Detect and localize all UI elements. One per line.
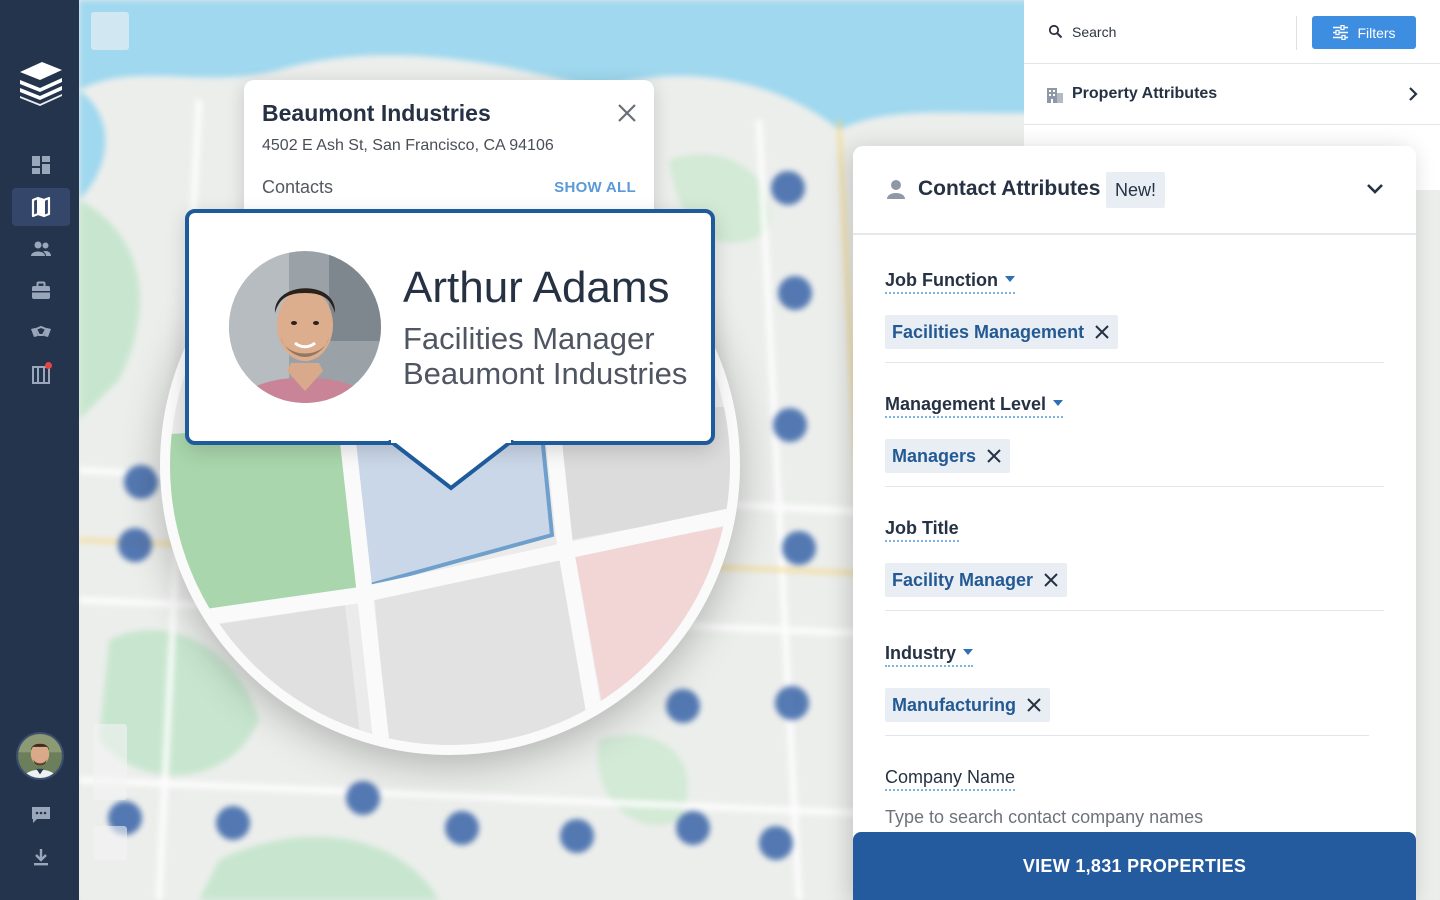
chip-label: Manufacturing — [892, 695, 1016, 715]
nav-deals[interactable] — [12, 272, 70, 310]
handshake-icon — [31, 325, 51, 337]
filters-button[interactable]: Filters — [1312, 16, 1416, 49]
search-input[interactable]: Search — [1072, 24, 1116, 40]
app-logo[interactable] — [18, 58, 64, 106]
map-icon — [31, 196, 51, 218]
caret-down-icon — [1053, 400, 1064, 407]
caret-down-icon — [1004, 276, 1015, 283]
people-icon — [31, 241, 51, 256]
filter-job-function: Job Function Facilities Management — [885, 270, 1384, 363]
left-nav — [0, 0, 79, 900]
nav-properties[interactable] — [12, 356, 70, 394]
field-divider — [885, 610, 1384, 611]
remove-chip-icon[interactable] — [1095, 325, 1109, 339]
job-function-dropdown[interactable]: Job Function — [885, 270, 1015, 294]
company-name-label: Company Name — [885, 767, 1016, 791]
contact-attributes-panel: Contact Attributes New! Job Function Fac… — [853, 146, 1416, 900]
card-pointer — [387, 440, 515, 491]
download-icon — [34, 849, 48, 866]
building-icon — [1047, 88, 1063, 103]
contact-name: Arthur Adams — [403, 263, 670, 312]
remove-chip-icon[interactable] — [1027, 698, 1041, 712]
field-divider — [885, 362, 1384, 363]
filter-company-name: Company Name Type to search contact comp… — [885, 767, 1384, 827]
contact-attributes-header[interactable]: Contact Attributes New! — [853, 146, 1416, 235]
field-divider — [885, 735, 1369, 736]
dashboard-icon — [32, 156, 50, 174]
contact-photo — [229, 251, 381, 403]
management-level-dropdown[interactable]: Management Level — [885, 394, 1064, 418]
fullscreen-button[interactable] — [93, 826, 127, 860]
chevron-right-icon — [1409, 87, 1418, 101]
nav-download[interactable] — [12, 838, 70, 876]
close-icon[interactable] — [616, 102, 638, 124]
property-attributes-label: Property Attributes — [1072, 85, 1218, 102]
filter-management-level: Management Level Managers — [885, 394, 1384, 487]
industry-dropdown[interactable]: Industry — [885, 643, 974, 667]
map-layer-toggle[interactable] — [91, 12, 129, 50]
chat-icon — [32, 807, 50, 823]
nav-chat[interactable] — [12, 796, 70, 834]
filter-chip: Facility Manager — [885, 563, 1068, 597]
remove-chip-icon[interactable] — [987, 449, 1001, 463]
property-attributes-row[interactable]: Property Attributes — [1024, 64, 1440, 125]
chip-label: Facility Manager — [892, 570, 1034, 590]
filters-label: Filters — [1357, 24, 1396, 41]
chevron-down-icon[interactable] — [1366, 182, 1384, 196]
property-address: 4502 E Ash St, San Francisco, CA 94106 — [262, 137, 554, 154]
remove-chip-icon[interactable] — [1044, 573, 1058, 587]
sliders-icon — [1333, 25, 1349, 40]
field-divider — [885, 486, 1384, 487]
filter-chip: Managers — [885, 439, 1011, 473]
person-icon — [887, 180, 905, 199]
view-properties-button[interactable]: VIEW 1,831 PROPERTIES — [853, 832, 1416, 900]
contact-company: Beaumont Industries — [403, 356, 688, 391]
filter-industry: Industry Manufacturing — [885, 643, 1384, 736]
new-badge: New! — [1106, 172, 1166, 208]
nav-contacts[interactable] — [12, 230, 70, 268]
user-avatar[interactable] — [16, 732, 64, 780]
contact-card[interactable]: Arthur Adams Facilities Manager Beaumont… — [185, 209, 715, 445]
caret-down-icon — [963, 649, 974, 656]
job-title-field[interactable]: Job Title — [885, 518, 959, 542]
contacts-label: Contacts — [262, 177, 334, 197]
search-divider — [1296, 16, 1297, 50]
nav-dashboard[interactable] — [12, 146, 70, 184]
contact-role: Facilities Manager — [403, 321, 655, 356]
contact-attributes-title: Contact Attributes — [918, 177, 1101, 200]
show-all-link[interactable]: SHOW ALL — [554, 179, 636, 196]
search-bar: Search Filters — [1024, 0, 1440, 64]
nav-relationships[interactable] — [12, 314, 70, 352]
nav-map[interactable] — [12, 188, 70, 226]
property-name: Beaumont Industries — [262, 100, 491, 126]
company-name-input[interactable]: Type to search contact company names — [885, 807, 1203, 828]
filter-chip: Facilities Management — [885, 315, 1119, 349]
chip-label: Managers — [892, 446, 977, 466]
filter-chip: Manufacturing — [885, 688, 1050, 722]
chip-label: Facilities Management — [892, 322, 1085, 342]
search-icon — [1048, 24, 1063, 39]
briefcase-icon — [32, 281, 50, 299]
zoom-controls[interactable] — [93, 724, 127, 800]
notification-dot — [45, 362, 52, 369]
filter-job-title: Job Title Facility Manager — [885, 518, 1384, 611]
